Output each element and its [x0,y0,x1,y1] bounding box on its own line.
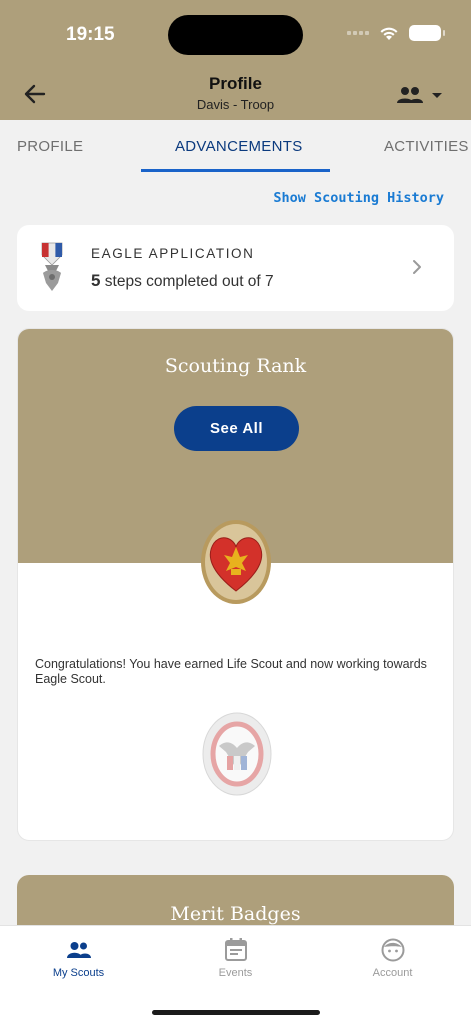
status-indicators [347,25,445,41]
rank-card-title: Scouting Rank [164,355,307,377]
scout-switcher-button[interactable] [396,84,446,106]
people-icon [66,942,91,958]
scouting-rank-card: Scouting Rank See All Congratulations! Y… [17,328,454,841]
show-scouting-history-link[interactable]: Show Scouting History [273,190,444,206]
signal-icon [347,31,369,35]
eagle-medal-icon [41,242,63,291]
life-scout-badge-icon [201,520,271,604]
steps-completed-count: 5 [91,271,101,290]
nav-label: My Scouts [52,967,105,979]
eagle-application-card[interactable]: EAGLE APPLICATION 5 steps completed out … [17,225,454,311]
caret-down-icon [432,93,442,98]
tab-profile[interactable]: PROFILE [17,138,83,155]
merit-card-title: Merit Badges [170,903,301,925]
tab-indicator [141,169,330,172]
tab-advancements[interactable]: ADVANCEMENTS [175,138,303,155]
steps-completed-text: steps completed out of 7 [104,273,274,290]
eagle-scout-badge-icon [202,712,272,796]
nav-my-scouts[interactable]: My Scouts [0,926,157,996]
home-indicator [152,1010,320,1015]
eagle-application-progress: 5 steps completed out of 7 [91,271,274,291]
rank-message: Congratulations! You have earned Life Sc… [35,657,427,686]
dynamic-island [168,15,303,55]
chevron-right-icon [413,260,421,274]
nav-account[interactable]: Account [314,926,471,996]
tab-bar: PROFILE ADVANCEMENTS ACTIVITIES [0,120,471,172]
nav-label: Account [372,967,413,979]
app-header: 19:15 Profile Davis - Troop [0,0,471,120]
nav-label: Events [218,967,253,979]
people-icon [397,87,423,103]
status-time: 19:15 [66,24,115,45]
nav-events[interactable]: Events [157,926,314,996]
see-all-button[interactable]: See All [174,406,299,451]
tab-activities[interactable]: ACTIVITIES [384,138,469,155]
wifi-icon [380,27,398,40]
eagle-application-title: EAGLE APPLICATION [91,246,255,261]
calendar-icon [224,938,247,961]
battery-icon [409,25,445,41]
face-icon [381,938,404,962]
